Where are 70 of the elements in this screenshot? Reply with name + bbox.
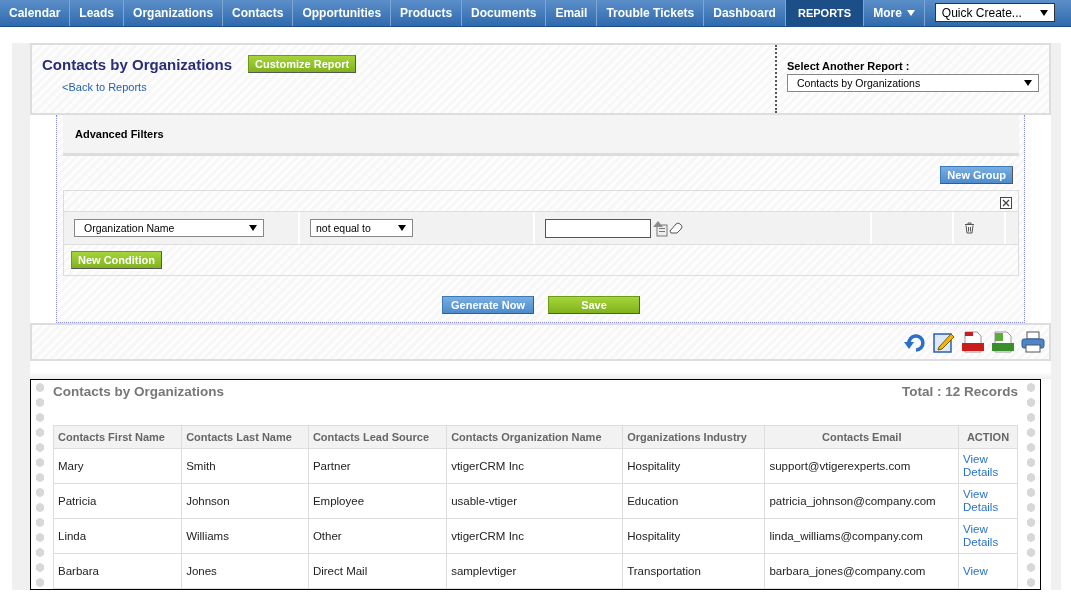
caret-icon bbox=[398, 225, 406, 231]
table-cell: Johnson bbox=[181, 483, 309, 519]
caret-icon bbox=[249, 225, 257, 231]
results-title: Contacts by Organizations bbox=[53, 384, 225, 399]
table-cell: samplevtiger bbox=[446, 553, 623, 589]
nav-tab[interactable]: Opportunities bbox=[293, 0, 392, 26]
edit-icon[interactable] bbox=[933, 331, 955, 353]
delete-icon[interactable] bbox=[964, 222, 975, 234]
table-cell: vtigerCRM Inc bbox=[446, 448, 623, 484]
quick-create-dropdown[interactable]: Quick Create... bbox=[934, 3, 1055, 22]
table-cell: patricia_johnson@company.com bbox=[764, 483, 959, 519]
table-cell: usable-vtiger bbox=[446, 483, 623, 519]
table-cell: Employee bbox=[308, 483, 447, 519]
table-cell: Patricia bbox=[53, 483, 182, 519]
column-header: Contacts Email bbox=[764, 425, 959, 449]
back-to-reports-link[interactable]: <Back to Reports bbox=[62, 81, 147, 93]
nav-tab[interactable]: Trouble Tickets bbox=[597, 0, 705, 26]
record-total: Total : 12 Records bbox=[901, 384, 1018, 399]
nav-tab[interactable]: Organizations bbox=[124, 0, 224, 26]
table-cell: Education bbox=[622, 483, 765, 519]
table-cell: Jones bbox=[181, 553, 309, 589]
table-cell: Linda bbox=[53, 518, 182, 554]
table-cell: Other bbox=[308, 518, 447, 554]
nav-tab[interactable]: REPORTS bbox=[785, 0, 865, 26]
table-cell: Hospitality bbox=[622, 518, 765, 554]
table-cell: barbara_jones@company.com bbox=[764, 553, 959, 589]
spreadsheet-icon[interactable] bbox=[991, 331, 1015, 353]
more-menu[interactable]: More bbox=[864, 0, 925, 26]
field-picker-icon[interactable] bbox=[651, 219, 669, 237]
table-cell: Direct Mail bbox=[308, 553, 447, 589]
table-cell: Smith bbox=[181, 448, 309, 484]
caret-icon bbox=[1024, 80, 1032, 86]
column-header: Organizations Industry bbox=[622, 425, 765, 449]
table-cell: Transportation bbox=[622, 553, 765, 589]
column-header: Contacts Last Name bbox=[181, 425, 309, 449]
value-field[interactable] bbox=[545, 218, 651, 238]
table-cell: Barbara bbox=[53, 553, 182, 589]
nav-tab[interactable]: Calendar bbox=[0, 0, 71, 26]
print-icon[interactable] bbox=[1021, 331, 1045, 353]
refresh-icon[interactable] bbox=[903, 331, 927, 353]
eraser-icon[interactable] bbox=[669, 222, 683, 234]
table-cell: support@vtigerexperts.com bbox=[764, 448, 959, 484]
nav-tab[interactable]: Contacts bbox=[223, 0, 294, 26]
close-icon[interactable] bbox=[1000, 197, 1012, 209]
section-heading: Advanced Filters bbox=[75, 128, 164, 140]
column-header: Contacts Organization Name bbox=[446, 425, 623, 449]
caret-icon bbox=[906, 10, 915, 16]
nav-tab[interactable]: Documents bbox=[462, 0, 547, 26]
pdf-icon[interactable] bbox=[961, 331, 985, 353]
nav-tab[interactable]: Dashboard bbox=[704, 0, 786, 26]
table-cell: Mary bbox=[53, 448, 182, 484]
report-dropdown[interactable]: Contacts by Organizations bbox=[787, 74, 1039, 92]
column-header: ACTION bbox=[958, 425, 1018, 449]
nav-tab[interactable]: Leads bbox=[70, 0, 125, 26]
nav-tab[interactable]: Email bbox=[546, 0, 598, 26]
new-group-button[interactable]: New Group bbox=[940, 166, 1013, 184]
nav-tab[interactable]: Products bbox=[391, 0, 463, 26]
field-dropdown[interactable]: Organization Name bbox=[74, 219, 264, 237]
caret-icon bbox=[1039, 9, 1048, 16]
generate-now-button[interactable]: Generate Now bbox=[442, 296, 534, 314]
table-cell: vtigerCRM Inc bbox=[446, 518, 623, 554]
select-report-label: Select Another Report : bbox=[787, 60, 911, 72]
table-cell: Partner bbox=[308, 448, 447, 484]
table-cell: Williams bbox=[181, 518, 309, 554]
column-header: Contacts First Name bbox=[53, 425, 182, 449]
table-cell: Hospitality bbox=[622, 448, 765, 484]
column-header: Contacts Lead Source bbox=[308, 425, 447, 449]
report-title: Contacts by Organizations bbox=[42, 55, 233, 73]
table-cell: linda_williams@company.com bbox=[764, 518, 959, 554]
operator-dropdown[interactable]: not equal to bbox=[310, 219, 413, 237]
